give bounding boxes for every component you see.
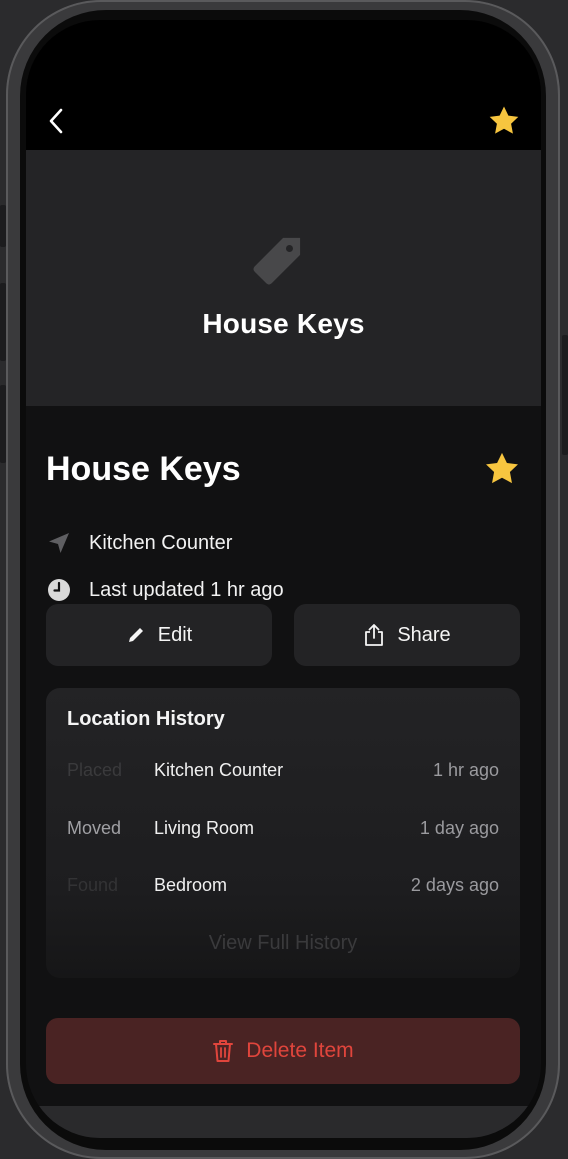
- location-arrow-icon: [46, 530, 72, 556]
- app-screen: House Keys House Keys Kitchen Counter La…: [26, 20, 541, 1138]
- history-location: Kitchen Counter: [154, 760, 284, 780]
- favorite-toggle[interactable]: [483, 450, 521, 488]
- history-action: Moved: [67, 818, 122, 838]
- back-button[interactable]: [42, 106, 72, 136]
- history-action: Placed: [67, 760, 123, 780]
- hero-title: House Keys: [202, 308, 365, 339]
- delete-item-button[interactable]: Delete Item: [46, 1018, 520, 1084]
- view-full-history-link[interactable]: View Full History: [46, 932, 520, 955]
- location-row: Kitchen Counter: [46, 530, 232, 556]
- history-location: Bedroom: [154, 875, 228, 895]
- history-row: Moved Living Room 1 day ago: [67, 818, 499, 842]
- location-history-title: Location History: [67, 708, 225, 730]
- clock-icon: [46, 577, 72, 603]
- edit-label: Edit: [157, 623, 193, 646]
- delete-item-label: Delete Item: [246, 1039, 354, 1062]
- edit-button[interactable]: Edit: [46, 604, 272, 666]
- star-icon: [486, 452, 518, 484]
- item-hero: House Keys: [26, 150, 541, 406]
- chevron-left-icon: [49, 108, 63, 134]
- navigation-bar: [26, 20, 541, 150]
- last-updated-text: Last updated 1 hr ago: [89, 578, 284, 601]
- trash-icon: [213, 1040, 234, 1062]
- pencil-icon: [128, 628, 143, 642]
- history-time: 2 days ago: [410, 875, 499, 895]
- history-location: Living Room: [154, 818, 255, 838]
- history-row: Placed Kitchen Counter 1 hr ago: [67, 760, 499, 784]
- share-button[interactable]: Share: [294, 604, 520, 666]
- history-action: Found: [67, 875, 119, 895]
- item-name: House Keys: [46, 450, 241, 488]
- bottom-safe-area: [26, 1106, 541, 1138]
- share-label: Share: [397, 623, 451, 646]
- favorite-button[interactable]: [487, 104, 521, 138]
- history-time: 1 hr ago: [432, 760, 499, 780]
- last-updated-row: Last updated 1 hr ago: [46, 577, 284, 603]
- tag-icon: [244, 220, 318, 294]
- star-icon: [489, 106, 519, 134]
- share-icon: [365, 624, 384, 646]
- item-details: House Keys Kitchen Counter Last updated …: [26, 406, 541, 1138]
- history-time: 1 day ago: [419, 818, 499, 838]
- history-row: Found Bedroom 2 days ago: [67, 875, 499, 899]
- side-button-right: [562, 335, 568, 455]
- item-location: Kitchen Counter: [89, 531, 233, 554]
- location-history-card: Location History Placed Kitchen Counter …: [46, 688, 520, 978]
